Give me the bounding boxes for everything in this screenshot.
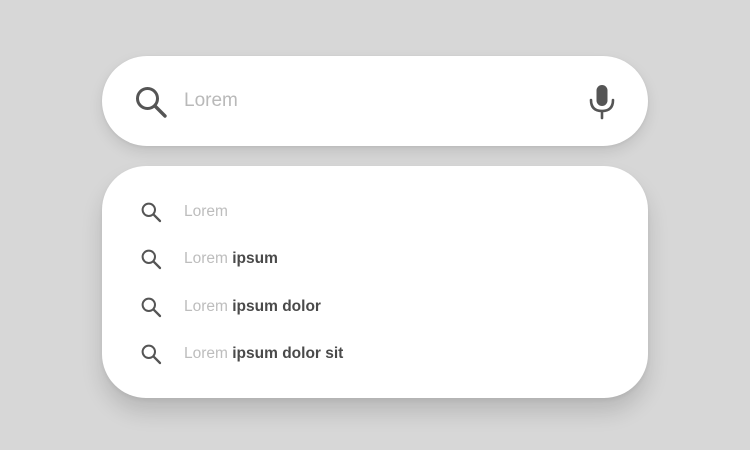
suggestion-text: Lorem xyxy=(184,203,228,221)
suggestion-item[interactable]: Lorem ipsum xyxy=(102,236,648,284)
search-icon xyxy=(141,202,162,222)
search-icon xyxy=(141,249,162,270)
search-icon xyxy=(141,344,162,365)
suggestion-item[interactable]: Lorem xyxy=(102,188,648,236)
search-bar[interactable] xyxy=(102,56,648,146)
suggestion-typed: Lorem xyxy=(184,202,228,220)
suggestion-completion: ipsum dolor sit xyxy=(227,345,344,363)
suggestion-text: Lorem ipsum dolor sit xyxy=(184,345,343,363)
suggestion-completion: ipsum xyxy=(227,250,278,268)
suggestion-typed: Lorem xyxy=(184,297,228,315)
search-icon[interactable] xyxy=(134,85,168,119)
suggestion-text: Lorem ipsum dolor xyxy=(184,298,321,316)
search-input[interactable] xyxy=(184,84,564,118)
search-icon xyxy=(141,297,162,317)
suggestion-item[interactable]: Lorem ipsum dolor sit xyxy=(102,331,648,379)
suggestion-item[interactable]: Lorem ipsum dolor xyxy=(102,283,648,331)
microphone-icon[interactable] xyxy=(586,84,618,120)
suggestion-completion: ipsum dolor xyxy=(227,297,321,315)
suggestion-text: Lorem ipsum xyxy=(184,250,278,268)
suggestion-dropdown: Lorem Lorem ipsum Lorem ipsum dolor Lore… xyxy=(102,166,648,398)
suggestion-typed: Lorem xyxy=(184,250,228,268)
suggestion-typed: Lorem xyxy=(184,345,228,363)
